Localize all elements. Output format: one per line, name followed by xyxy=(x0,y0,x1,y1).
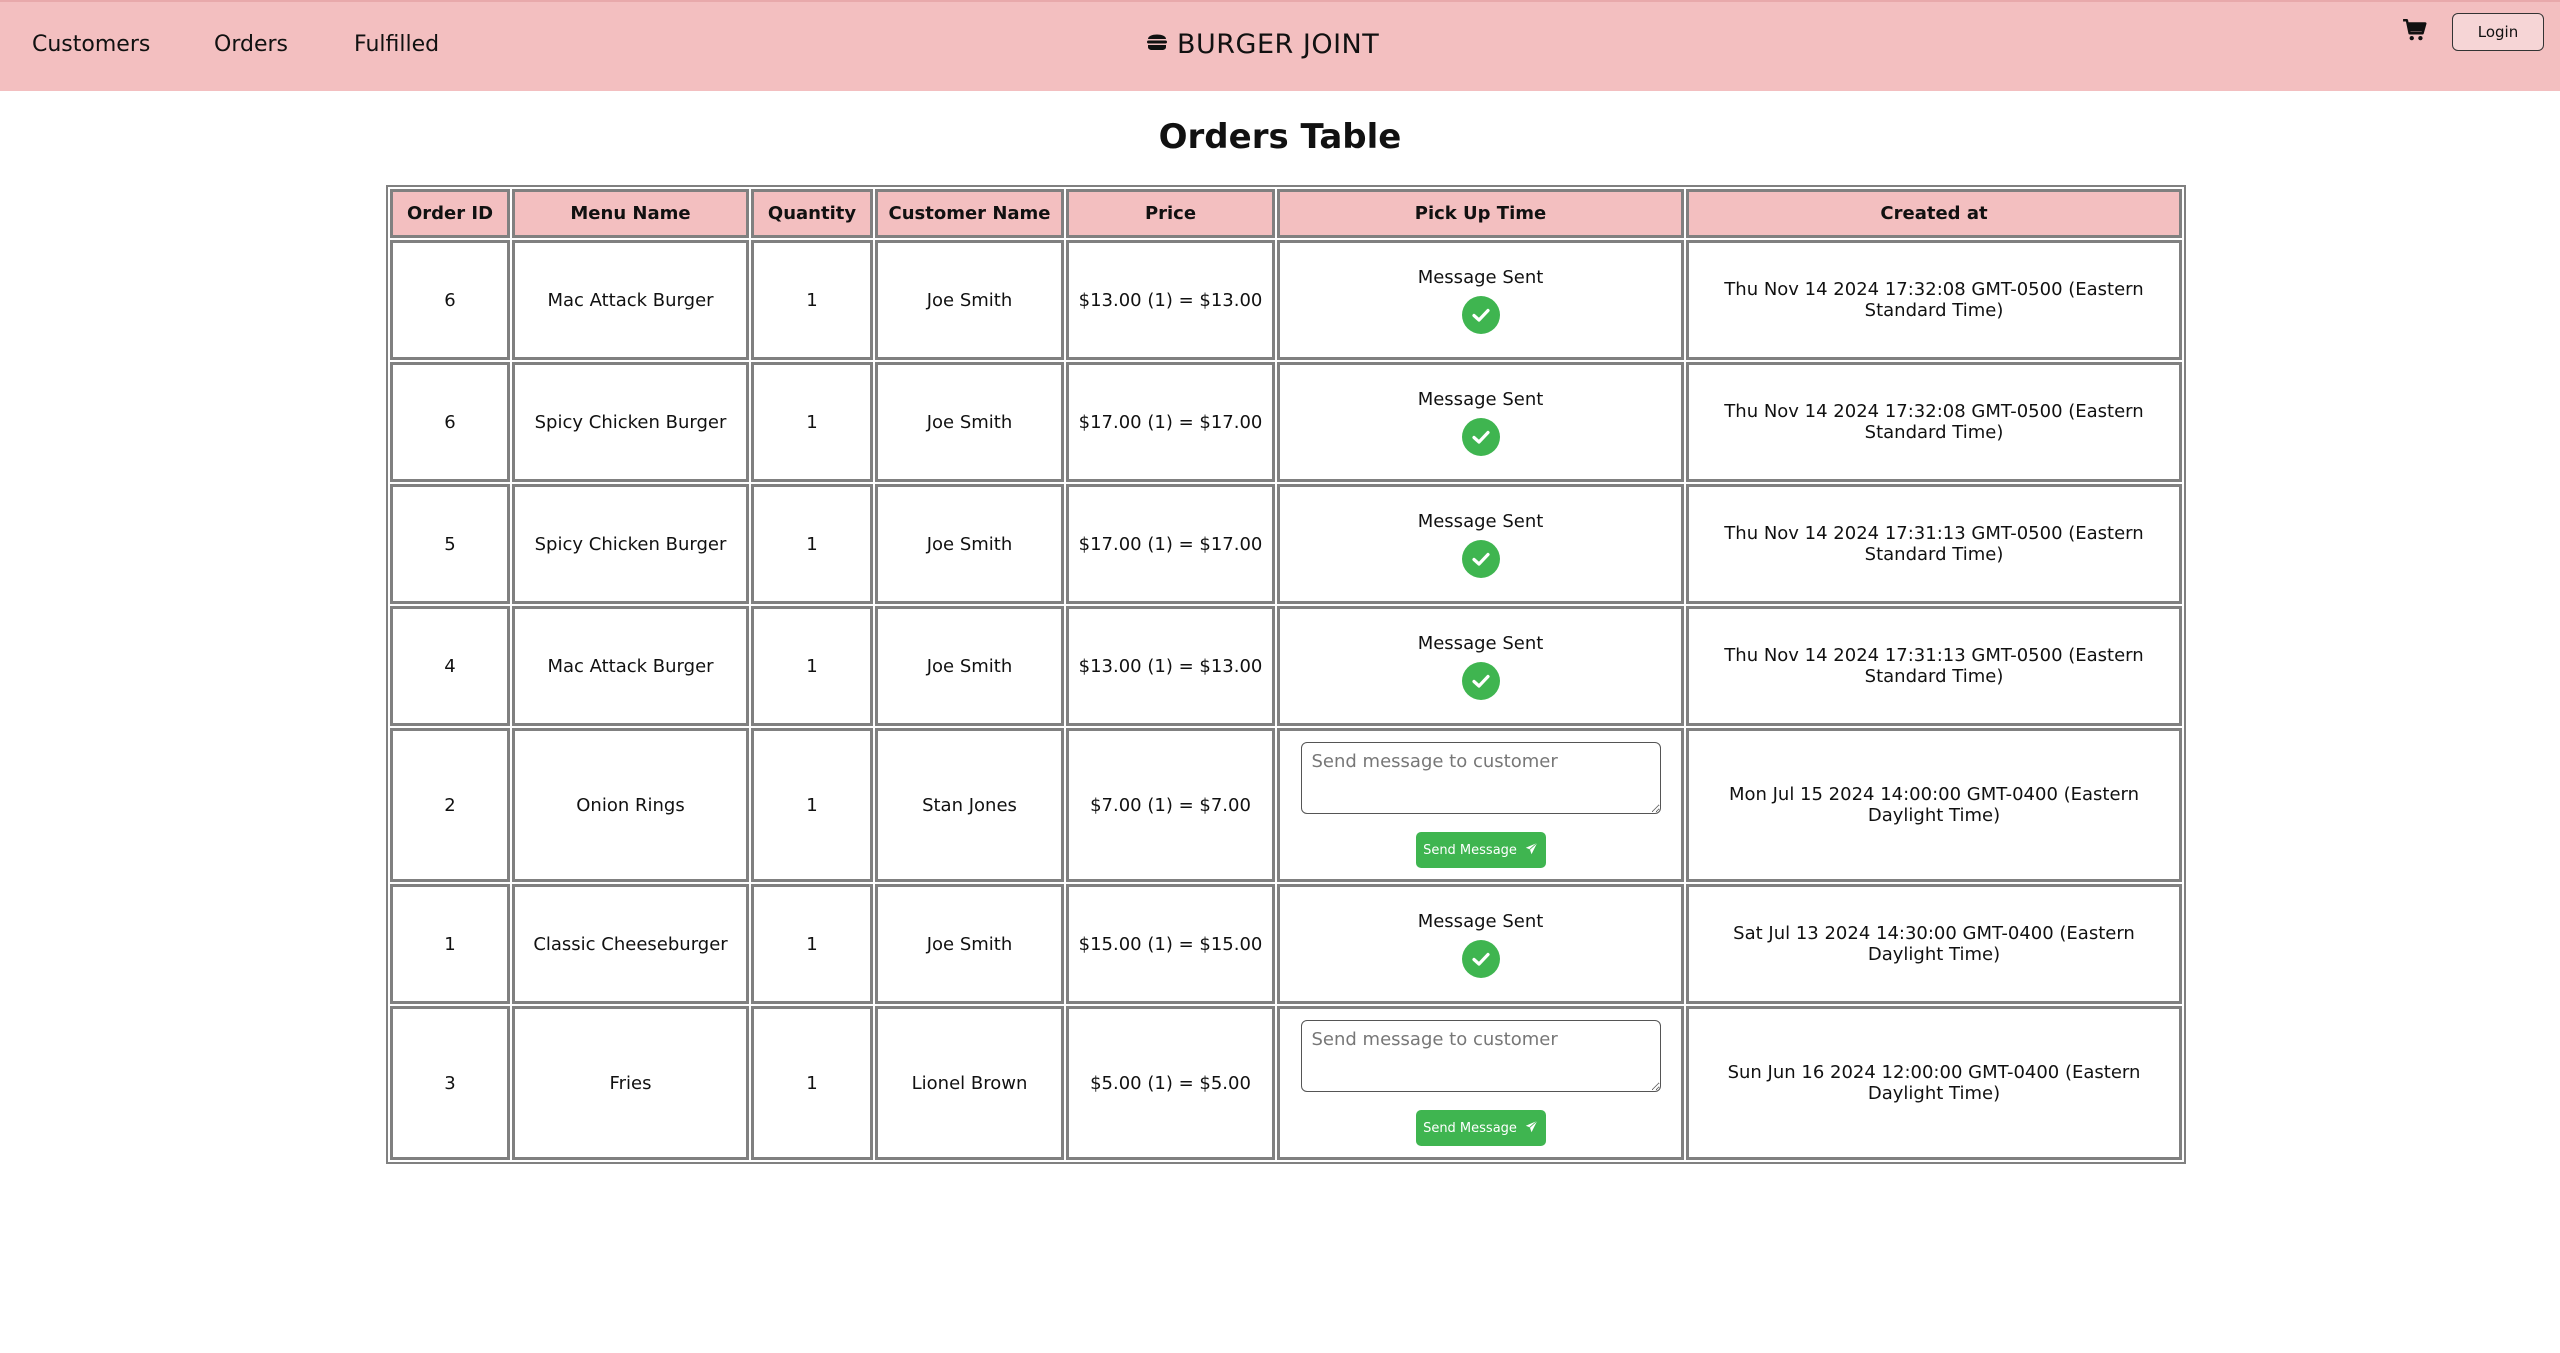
cell-menu-name: Classic Cheeseburger xyxy=(512,884,749,1004)
cell-price: $17.00 (1) = $17.00 xyxy=(1066,362,1275,482)
table-row: 5 Spicy Chicken Burger 1 Joe Smith $17.00 (1… xyxy=(390,484,2182,604)
cell-pick-up-time: Send Message xyxy=(1277,728,1684,882)
cell-created-at: Thu Nov 14 2024 17:32:08 GMT-0500 (Easte… xyxy=(1686,362,2182,482)
cell-pick-up-time: Message Sent xyxy=(1277,606,1684,726)
cell-customer-name: Joe Smith xyxy=(875,240,1064,360)
cell-quantity: 1 xyxy=(751,484,873,604)
message-sent-text: Message Sent xyxy=(1417,388,1544,410)
cell-pick-up-time: Message Sent xyxy=(1277,884,1684,1004)
cell-quantity: 1 xyxy=(751,728,873,882)
cell-quantity: 1 xyxy=(751,884,873,1004)
cell-created-at: Thu Nov 14 2024 17:31:13 GMT-0500 (Easte… xyxy=(1686,484,2182,604)
paper-plane-icon xyxy=(1525,1120,1538,1137)
send-message-label: Send Message xyxy=(1423,1120,1517,1136)
table-row: 4 Mac Attack Burger 1 Joe Smith $13.00 (1) =… xyxy=(390,606,2182,726)
table-header-row: Order ID Menu Name Quantity Customer Nam… xyxy=(390,189,2182,238)
cell-order-id: 6 xyxy=(390,362,510,482)
cell-created-at: Mon Jul 15 2024 14:00:00 GMT-0400 (Easte… xyxy=(1686,728,2182,882)
cell-quantity: 1 xyxy=(751,1006,873,1160)
send-message-button[interactable]: Send Message xyxy=(1415,832,1546,868)
cell-price: $5.00 (1) = $5.00 xyxy=(1066,1006,1275,1160)
message-sent-text: Message Sent xyxy=(1417,266,1544,288)
cell-menu-name: Fries xyxy=(512,1006,749,1160)
cell-price: $7.00 (1) = $7.00 xyxy=(1066,728,1275,882)
message-sent-text: Message Sent xyxy=(1417,510,1544,532)
check-circle-icon xyxy=(1461,661,1500,700)
check-circle-icon xyxy=(1461,417,1500,456)
check-circle-icon xyxy=(1461,295,1500,334)
brand[interactable]: BURGER JOINT xyxy=(1145,29,1379,60)
cell-created-at: Sun Jun 16 2024 12:00:00 GMT-0400 (Easte… xyxy=(1686,1006,2182,1160)
message-sent-text: Message Sent xyxy=(1417,632,1544,654)
cell-price: $17.00 (1) = $17.00 xyxy=(1066,484,1275,604)
table-row: 1 Classic Cheeseburger 1 Joe Smith $15.00 (1… xyxy=(390,884,2182,1004)
orders-table: Order ID Menu Name Quantity Customer Nam… xyxy=(386,185,2186,1164)
cell-price: $15.00 (1) = $15.00 xyxy=(1066,884,1275,1004)
message-sent-text: Message Sent xyxy=(1417,910,1544,932)
cell-order-id: 4 xyxy=(390,606,510,726)
table-row: 6 Mac Attack Burger 1 Joe Smith $13.00 (1) =… xyxy=(390,240,2182,360)
message-input[interactable] xyxy=(1300,742,1661,814)
header-price: Price xyxy=(1066,189,1275,238)
send-message-button[interactable]: Send Message xyxy=(1415,1110,1546,1146)
cell-menu-name: Onion Rings xyxy=(512,728,749,882)
cell-pick-up-time: Message Sent xyxy=(1277,484,1684,604)
cell-price: $13.00 (1) = $13.00 xyxy=(1066,606,1275,726)
header-pick-up-time: Pick Up Time xyxy=(1277,189,1684,238)
table-row: 6 Spicy Chicken Burger 1 Joe Smith $17.00 (1… xyxy=(390,362,2182,482)
check-circle-icon xyxy=(1461,939,1500,978)
nav-link-orders[interactable]: Orders xyxy=(214,32,288,57)
cell-created-at: Sat Jul 13 2024 14:30:00 GMT-0400 (Easte… xyxy=(1686,884,2182,1004)
cell-order-id: 1 xyxy=(390,884,510,1004)
login-button[interactable]: Login xyxy=(2452,13,2544,51)
cell-customer-name: Joe Smith xyxy=(875,362,1064,482)
cell-order-id: 5 xyxy=(390,484,510,604)
paper-plane-icon xyxy=(1525,842,1538,859)
cell-price: $13.00 (1) = $13.00 xyxy=(1066,240,1275,360)
cell-created-at: Thu Nov 14 2024 17:32:08 GMT-0500 (Easte… xyxy=(1686,240,2182,360)
cell-customer-name: Joe Smith xyxy=(875,606,1064,726)
brand-name: BURGER JOINT xyxy=(1177,29,1380,60)
navbar: Customers Orders Fulfilled BURGER JOINT … xyxy=(0,0,2560,91)
cell-order-id: 3 xyxy=(390,1006,510,1160)
nav-link-fulfilled[interactable]: Fulfilled xyxy=(354,32,439,57)
page-title: Orders Table xyxy=(1158,117,1402,157)
cell-menu-name: Spicy Chicken Burger xyxy=(512,362,749,482)
cell-created-at: Thu Nov 14 2024 17:31:13 GMT-0500 (Easte… xyxy=(1686,606,2182,726)
cell-customer-name: Lionel Brown xyxy=(875,1006,1064,1160)
cell-quantity: 1 xyxy=(751,240,873,360)
cell-pick-up-time: Message Sent xyxy=(1277,240,1684,360)
cell-order-id: 2 xyxy=(390,728,510,882)
cell-menu-name: Mac Attack Burger xyxy=(512,606,749,726)
header-order-id: Order ID xyxy=(390,189,510,238)
header-menu-name: Menu Name xyxy=(512,189,749,238)
table-row: 3 Fries 1 Lionel Brown $5.00 (1) = $5.00 Send… xyxy=(390,1006,2182,1160)
cell-customer-name: Joe Smith xyxy=(875,884,1064,1004)
burger-icon xyxy=(1145,29,1169,60)
cell-pick-up-time: Message Sent xyxy=(1277,362,1684,482)
header-quantity: Quantity xyxy=(751,189,873,238)
cell-customer-name: Joe Smith xyxy=(875,484,1064,604)
cell-quantity: 1 xyxy=(751,606,873,726)
header-created-at: Created at xyxy=(1686,189,2182,238)
check-circle-icon xyxy=(1461,539,1500,578)
cell-order-id: 6 xyxy=(390,240,510,360)
message-input[interactable] xyxy=(1300,1020,1661,1092)
cart-icon[interactable] xyxy=(2402,17,2428,43)
nav-link-customers[interactable]: Customers xyxy=(32,32,150,57)
cell-menu-name: Spicy Chicken Burger xyxy=(512,484,749,604)
cell-pick-up-time: Send Message xyxy=(1277,1006,1684,1160)
cell-quantity: 1 xyxy=(751,362,873,482)
send-message-label: Send Message xyxy=(1423,842,1517,858)
cell-menu-name: Mac Attack Burger xyxy=(512,240,749,360)
cell-customer-name: Stan Jones xyxy=(875,728,1064,882)
table-row: 2 Onion Rings 1 Stan Jones $7.00 (1) = $7.00… xyxy=(390,728,2182,882)
header-customer-name: Customer Name xyxy=(875,189,1064,238)
